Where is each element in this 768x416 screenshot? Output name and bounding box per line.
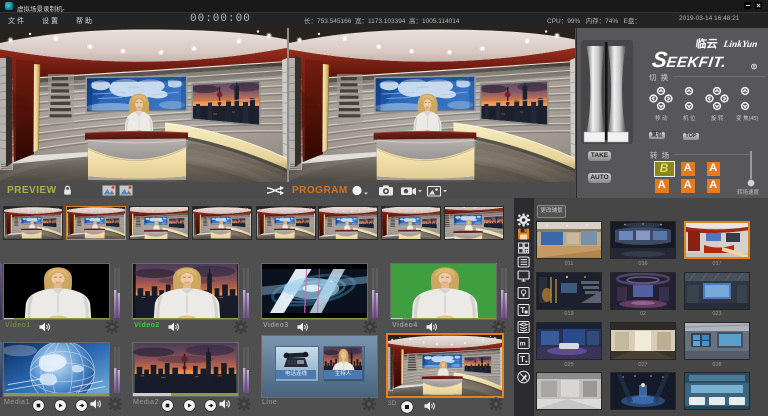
svg-text:T: T [520, 306, 525, 315]
svg-text:LinkYun: LinkYun [722, 39, 758, 50]
svg-text:旋 转: 旋 转 [711, 114, 724, 122]
svg-text:临云: 临云 [695, 37, 719, 51]
svg-text:T: T [520, 355, 525, 364]
svg-text:变 焦(45): 变 焦(45) [736, 114, 758, 122]
svg-text:R: R [753, 64, 756, 69]
svg-text:机 位: 机 位 [683, 114, 696, 122]
svg-text:EEKFIT.: EEKFIT. [665, 54, 727, 71]
svg-text:移 动: 移 动 [655, 114, 668, 122]
svg-text:m: m [520, 340, 526, 347]
